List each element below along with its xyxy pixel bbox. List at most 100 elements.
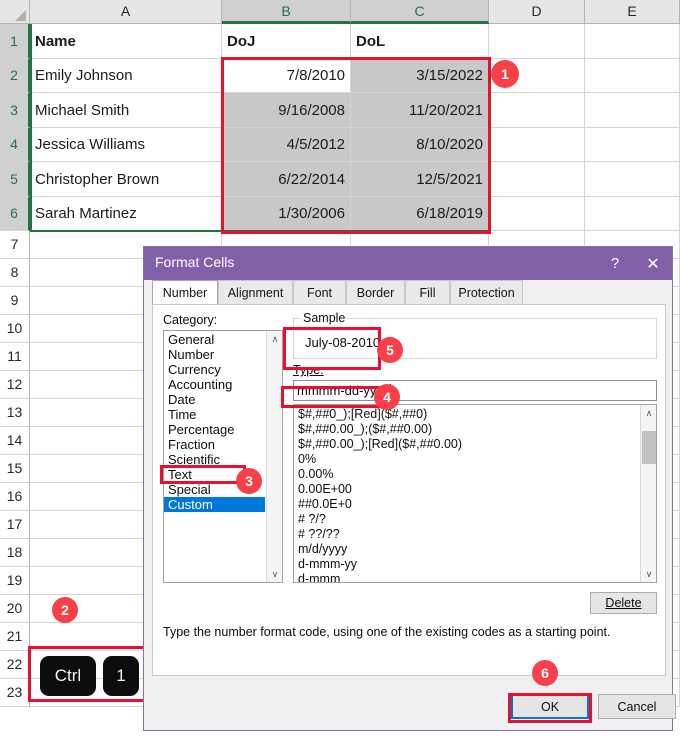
category-scrollbar[interactable]: ∧ ∨ xyxy=(266,331,282,582)
category-item-custom[interactable]: Custom xyxy=(164,497,265,512)
category-item-text[interactable]: Text xyxy=(164,467,282,482)
dialog-titlebar[interactable]: Format Cells ? ✕ xyxy=(144,247,672,280)
scroll-down-icon[interactable]: ∨ xyxy=(267,566,282,582)
category-item-general[interactable]: General xyxy=(164,332,282,347)
row-header-5[interactable]: 5 xyxy=(0,162,30,197)
format-scroll-up-icon[interactable]: ∧ xyxy=(641,405,656,421)
category-item-accounting[interactable]: Accounting xyxy=(164,377,282,392)
cell-C2[interactable]: 3/15/2022 xyxy=(351,59,489,93)
column-header-d[interactable]: D xyxy=(489,0,585,24)
format-code-item-6[interactable]: ##0.0E+0 xyxy=(294,497,656,512)
category-item-date[interactable]: Date xyxy=(164,392,282,407)
format-code-scrollbar[interactable]: ∧ ∨ xyxy=(640,405,656,582)
format-scroll-down-icon[interactable]: ∨ xyxy=(641,566,656,582)
row-header-11[interactable]: 11 xyxy=(0,343,30,371)
row-header-8[interactable]: 8 xyxy=(0,259,30,287)
format-code-item-0[interactable]: $#,##0_);[Red]($#,##0) xyxy=(294,407,656,422)
row-header-15[interactable]: 15 xyxy=(0,455,30,483)
tab-fill[interactable]: Fill xyxy=(405,280,450,304)
cell-C1[interactable]: DoL xyxy=(351,24,489,59)
cell-A2[interactable]: Emily Johnson xyxy=(30,59,222,93)
row-header-23[interactable]: 23 xyxy=(0,679,30,707)
cell-E6[interactable] xyxy=(585,197,680,231)
cell-B4[interactable]: 4/5/2012 xyxy=(222,128,351,162)
scroll-up-icon[interactable]: ∧ xyxy=(267,331,282,347)
cell-C5[interactable]: 12/5/2021 xyxy=(351,162,489,197)
cell-C4[interactable]: 8/10/2020 xyxy=(351,128,489,162)
row-header-4[interactable]: 4 xyxy=(0,128,30,162)
category-item-special[interactable]: Special xyxy=(164,482,282,497)
cell-A6[interactable]: Sarah Martinez xyxy=(30,197,222,231)
row-header-14[interactable]: 14 xyxy=(0,427,30,455)
cell-E2[interactable] xyxy=(585,59,680,93)
tab-border[interactable]: Border xyxy=(346,280,405,304)
column-header-c[interactable]: C xyxy=(351,0,489,24)
row-header-19[interactable]: 19 xyxy=(0,567,30,595)
format-code-item-8[interactable]: # ??/?? xyxy=(294,527,656,542)
cell-E5[interactable] xyxy=(585,162,680,197)
ok-button[interactable]: OK xyxy=(511,694,589,719)
row-header-13[interactable]: 13 xyxy=(0,399,30,427)
help-icon[interactable]: ? xyxy=(596,247,634,280)
cell-A1[interactable]: Name xyxy=(30,24,222,59)
category-item-percentage[interactable]: Percentage xyxy=(164,422,282,437)
cell-A5[interactable]: Christopher Brown xyxy=(30,162,222,197)
row-header-1[interactable]: 1 xyxy=(0,24,30,59)
format-code-item-1[interactable]: $#,##0.00_);($#,##0.00) xyxy=(294,422,656,437)
row-header-22[interactable]: 22 xyxy=(0,651,30,679)
row-header-2[interactable]: 2 xyxy=(0,59,30,93)
cell-C6[interactable]: 6/18/2019 xyxy=(351,197,489,231)
cancel-button[interactable]: Cancel xyxy=(598,694,676,719)
row-header-17[interactable]: 17 xyxy=(0,511,30,539)
row-header-16[interactable]: 16 xyxy=(0,483,30,511)
cell-B1[interactable]: DoJ xyxy=(222,24,351,59)
format-code-item-2[interactable]: $#,##0.00_);[Red]($#,##0.00) xyxy=(294,437,656,452)
category-item-currency[interactable]: Currency xyxy=(164,362,282,377)
category-item-time[interactable]: Time xyxy=(164,407,282,422)
cell-E3[interactable] xyxy=(585,93,680,128)
tab-font[interactable]: Font xyxy=(293,280,346,304)
category-item-fraction[interactable]: Fraction xyxy=(164,437,282,452)
cell-D1[interactable] xyxy=(489,24,585,59)
format-code-item-3[interactable]: 0% xyxy=(294,452,656,467)
tab-alignment[interactable]: Alignment xyxy=(218,280,293,304)
column-header-b[interactable]: B xyxy=(222,0,351,24)
cell-D5[interactable] xyxy=(489,162,585,197)
cell-A4[interactable]: Jessica Williams xyxy=(30,128,222,162)
format-code-item-7[interactable]: # ?/? xyxy=(294,512,656,527)
tab-number[interactable]: Number xyxy=(152,280,218,305)
type-input[interactable]: mmmm-dd-yyyy xyxy=(293,380,657,401)
format-code-item-4[interactable]: 0.00% xyxy=(294,467,656,482)
category-item-number[interactable]: Number xyxy=(164,347,282,362)
row-header-10[interactable]: 10 xyxy=(0,315,30,343)
column-header-e[interactable]: E xyxy=(585,0,680,24)
cell-E1[interactable] xyxy=(585,24,680,59)
row-header-18[interactable]: 18 xyxy=(0,539,30,567)
category-item-scientific[interactable]: Scientific xyxy=(164,452,282,467)
format-code-item-9[interactable]: m/d/yyyy xyxy=(294,542,656,557)
category-listbox[interactable]: General Number Currency Accounting Date … xyxy=(163,330,283,583)
row-header-21[interactable]: 21 xyxy=(0,623,30,651)
cell-D3[interactable] xyxy=(489,93,585,128)
delete-button[interactable]: Delete xyxy=(590,592,657,614)
cell-B2[interactable]: 7/8/2010 xyxy=(222,59,351,93)
cell-D6[interactable] xyxy=(489,197,585,231)
column-header-a[interactable]: A xyxy=(30,0,222,24)
cell-B3[interactable]: 9/16/2008 xyxy=(222,93,351,128)
row-header-7[interactable]: 7 xyxy=(0,231,30,259)
close-icon[interactable]: ✕ xyxy=(634,247,672,280)
cell-C3[interactable]: 11/20/2021 xyxy=(351,93,489,128)
cell-D4[interactable] xyxy=(489,128,585,162)
format-code-item-5[interactable]: 0.00E+00 xyxy=(294,482,656,497)
format-code-item-10[interactable]: d-mmm-yy xyxy=(294,557,656,572)
cell-E4[interactable] xyxy=(585,128,680,162)
cell-B5[interactable]: 6/22/2014 xyxy=(222,162,351,197)
row-header-20[interactable]: 20 xyxy=(0,595,30,623)
row-header-3[interactable]: 3 xyxy=(0,93,30,128)
row-header-12[interactable]: 12 xyxy=(0,371,30,399)
format-code-listbox[interactable]: $#,##0_);[Red]($#,##0) $#,##0.00_);($#,#… xyxy=(293,404,657,583)
row-header-6[interactable]: 6 xyxy=(0,197,30,231)
format-scroll-thumb[interactable] xyxy=(642,431,656,464)
cell-B6[interactable]: 1/30/2006 xyxy=(222,197,351,231)
format-code-item-11[interactable]: d-mmm xyxy=(294,572,656,582)
